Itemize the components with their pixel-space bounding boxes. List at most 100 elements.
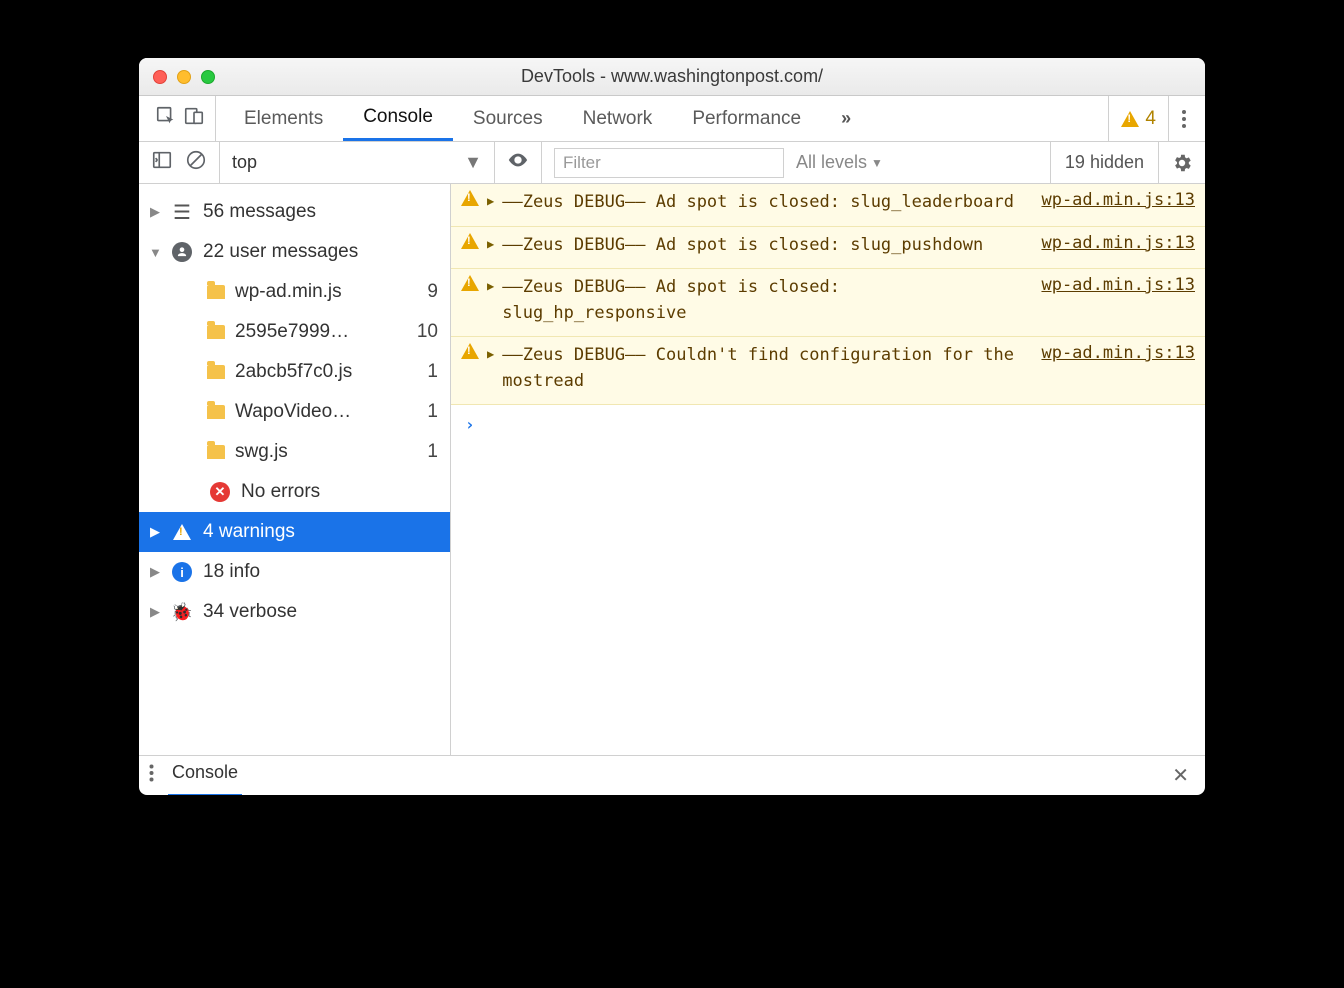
caret-right-icon: ▶	[149, 524, 161, 540]
tab-network[interactable]: Network	[563, 97, 673, 141]
hidden-count[interactable]: 19 hidden	[1050, 142, 1158, 183]
warning-icon	[461, 275, 479, 291]
log-levels-select[interactable]: All levels ▼	[796, 152, 883, 173]
tab-performance[interactable]: Performance	[672, 97, 821, 141]
warning-icon	[461, 190, 479, 206]
panel-tabs: Elements Console Sources Network Perform…	[139, 96, 1205, 142]
log-text: ––Zeus DEBUG–– Couldn't find configurati…	[502, 343, 1033, 394]
sidebar-item-user-messages[interactable]: ▼ 22 user messages	[139, 232, 450, 272]
console-sidebar: ▶ ☰ 56 messages ▼ 22 user messages wp-ad…	[139, 184, 451, 755]
caret-right-icon: ▶	[149, 604, 161, 620]
filter-input[interactable]	[554, 148, 784, 178]
caret-down-icon: ▼	[149, 245, 161, 260]
file-name: 2595e7999…	[235, 321, 407, 343]
console-toolbar: top ▼ All levels ▼ 19 hidden	[139, 142, 1205, 184]
drawer-kebab-icon[interactable]	[149, 764, 154, 787]
titlebar: DevTools - www.washingtonpost.com/	[139, 58, 1205, 96]
caret-right-icon: ▶	[149, 204, 161, 220]
warning-icon	[171, 524, 193, 540]
log-source[interactable]: wp-ad.min.js:13	[1041, 275, 1195, 326]
file-name: WapoVideo…	[235, 401, 417, 423]
console-body: ▶ ☰ 56 messages ▼ 22 user messages wp-ad…	[139, 184, 1205, 755]
tab-console[interactable]: Console	[343, 97, 453, 141]
live-expression-icon[interactable]	[507, 149, 529, 176]
devtools-window: DevTools - www.washingtonpost.com/ Eleme…	[139, 58, 1205, 795]
file-count: 10	[417, 321, 440, 343]
sidebar-item-info[interactable]: ▶ i 18 info	[139, 552, 450, 592]
log-entry[interactable]: ▶ ––Zeus DEBUG–– Ad spot is closed: slug…	[451, 184, 1205, 227]
console-messages: ▶ ––Zeus DEBUG–– Ad spot is closed: slug…	[451, 184, 1205, 755]
warnings-label: 4 warnings	[203, 521, 440, 543]
file-count: 1	[427, 401, 440, 423]
expand-icon[interactable]: ▶	[487, 233, 494, 259]
inspect-element-icon[interactable]	[155, 105, 177, 133]
chevron-down-icon: ▼	[464, 152, 482, 173]
sidebar-file-0[interactable]: wp-ad.min.js 9	[139, 272, 450, 312]
expand-icon[interactable]: ▶	[487, 343, 494, 394]
folder-icon	[207, 405, 225, 419]
expand-icon[interactable]: ▶	[487, 190, 494, 216]
log-source[interactable]: wp-ad.min.js:13	[1041, 233, 1195, 259]
errors-label: No errors	[241, 481, 440, 503]
kebab-menu-icon[interactable]	[1168, 96, 1199, 141]
file-count: 1	[427, 441, 440, 463]
context-value: top	[232, 152, 257, 173]
verbose-label: 34 verbose	[203, 601, 440, 623]
log-text: ––Zeus DEBUG–– Ad spot is closed: slug_l…	[502, 190, 1033, 216]
sidebar-file-4[interactable]: swg.js 1	[139, 432, 450, 472]
warning-icon	[1121, 111, 1139, 127]
error-icon: ✕	[209, 482, 231, 502]
file-name: swg.js	[235, 441, 417, 463]
user-messages-label: 22 user messages	[203, 241, 440, 263]
minimize-window-button[interactable]	[177, 70, 191, 84]
file-name: wp-ad.min.js	[235, 281, 417, 303]
chevron-down-icon: ▼	[871, 156, 883, 170]
sidebar-item-warnings[interactable]: ▶ 4 warnings	[139, 512, 450, 552]
file-count: 1	[427, 361, 440, 383]
tab-sources[interactable]: Sources	[453, 97, 563, 141]
drawer-tab-console[interactable]: Console	[168, 754, 242, 795]
window-title: DevTools - www.washingtonpost.com/	[521, 66, 823, 87]
messages-label: 56 messages	[203, 201, 440, 223]
list-icon: ☰	[171, 200, 193, 225]
device-toolbar-icon[interactable]	[183, 105, 205, 133]
sidebar-file-3[interactable]: WapoVideo… 1	[139, 392, 450, 432]
file-count: 9	[427, 281, 440, 303]
maximize-window-button[interactable]	[201, 70, 215, 84]
tab-elements[interactable]: Elements	[224, 97, 343, 141]
sidebar-file-2[interactable]: 2abcb5f7c0.js 1	[139, 352, 450, 392]
toolbar-warning-badge[interactable]: 4	[1108, 96, 1168, 141]
warning-icon	[461, 233, 479, 249]
settings-icon[interactable]	[1158, 142, 1205, 183]
tabs-overflow[interactable]: »	[821, 97, 867, 141]
folder-icon	[207, 445, 225, 459]
sidebar-toggle-icon[interactable]	[151, 149, 173, 176]
info-label: 18 info	[203, 561, 440, 583]
folder-icon	[207, 365, 225, 379]
log-source[interactable]: wp-ad.min.js:13	[1041, 343, 1195, 394]
console-prompt[interactable]: ›	[451, 405, 1205, 444]
close-drawer-icon[interactable]: ✕	[1166, 763, 1195, 788]
log-entry[interactable]: ▶ ––Zeus DEBUG–– Ad spot is closed: slug…	[451, 226, 1205, 270]
sidebar-item-messages[interactable]: ▶ ☰ 56 messages	[139, 192, 450, 232]
file-name: 2abcb5f7c0.js	[235, 361, 417, 383]
drawer: Console ✕	[139, 755, 1205, 795]
log-entry[interactable]: ▶ ––Zeus DEBUG–– Ad spot is closed: slug…	[451, 268, 1205, 337]
log-entry[interactable]: ▶ ––Zeus DEBUG–– Couldn't find configura…	[451, 336, 1205, 405]
sidebar-item-verbose[interactable]: ▶ 🐞 34 verbose	[139, 592, 450, 632]
user-icon	[171, 242, 193, 262]
log-text: ––Zeus DEBUG–– Ad spot is closed: slug_p…	[502, 233, 1033, 259]
context-selector[interactable]: top ▼	[232, 152, 482, 173]
sidebar-file-1[interactable]: 2595e7999… 10	[139, 312, 450, 352]
expand-icon[interactable]: ▶	[487, 275, 494, 326]
warning-count: 4	[1145, 108, 1156, 130]
levels-label: All levels	[796, 152, 867, 173]
traffic-lights	[153, 70, 215, 84]
warning-icon	[461, 343, 479, 359]
log-source[interactable]: wp-ad.min.js:13	[1041, 190, 1195, 216]
close-window-button[interactable]	[153, 70, 167, 84]
clear-console-icon[interactable]	[185, 149, 207, 176]
bug-icon: 🐞	[171, 602, 193, 623]
log-text: ––Zeus DEBUG–– Ad spot is closed: slug_h…	[502, 275, 1033, 326]
sidebar-item-errors[interactable]: ✕ No errors	[139, 472, 450, 512]
